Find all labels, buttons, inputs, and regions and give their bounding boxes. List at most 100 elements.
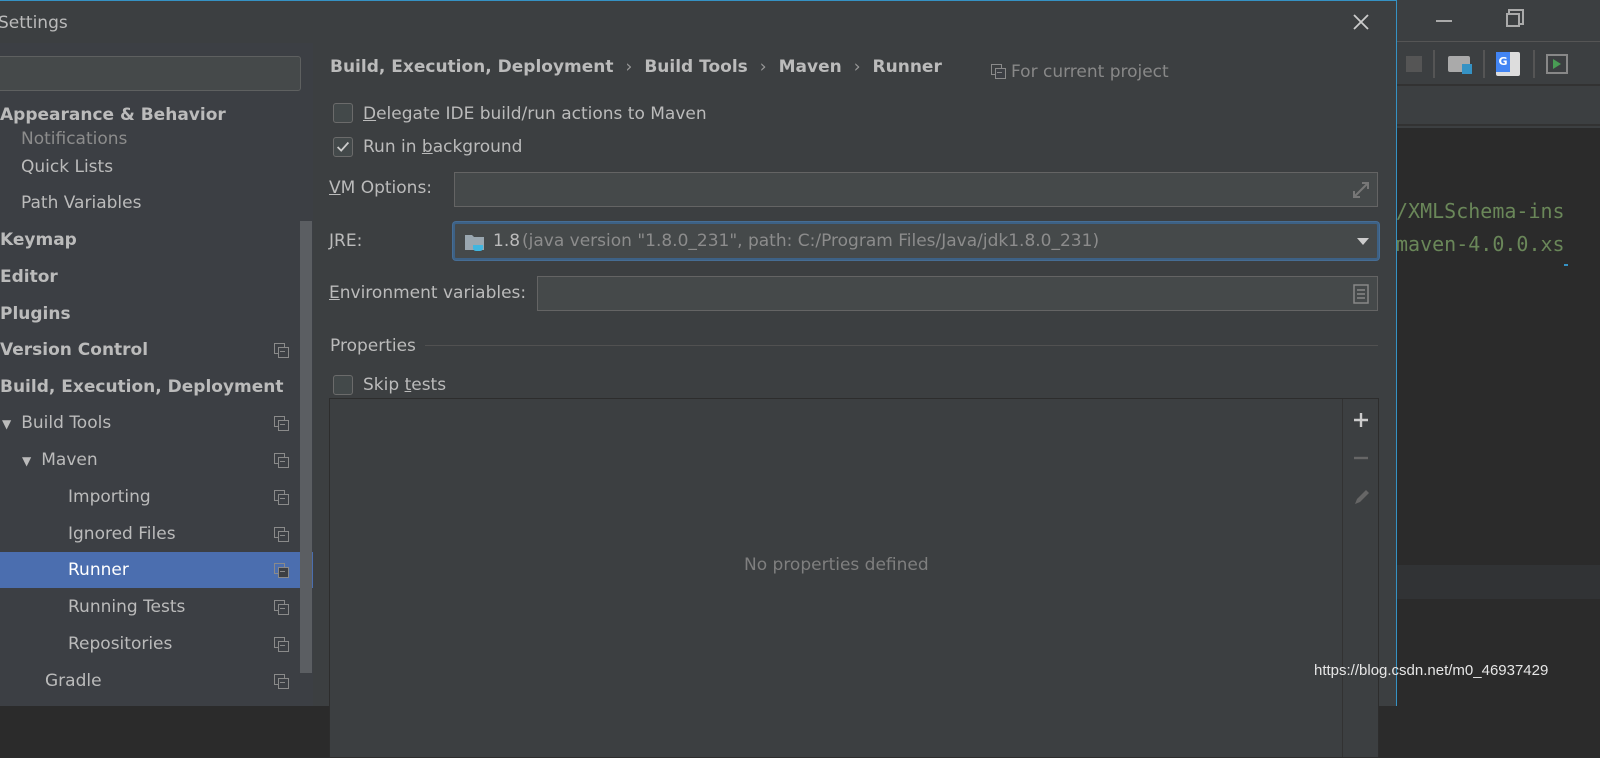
- remove-icon[interactable]: [1352, 449, 1370, 467]
- sidebar-item-build-tools[interactable]: ▼ Build Tools: [0, 405, 300, 441]
- project-scope-icon: [274, 490, 289, 505]
- sidebar-item-editor[interactable]: Editor: [0, 259, 300, 295]
- sidebar-item-repositories[interactable]: Repositories: [0, 626, 300, 662]
- restore-button[interactable]: [1506, 13, 1520, 27]
- vm-options-input[interactable]: [454, 172, 1378, 207]
- sidebar-item-runner[interactable]: Runner: [0, 552, 313, 588]
- sidebar-item-quick-lists[interactable]: Quick Lists: [0, 150, 300, 184]
- sidebar-item-label: Keymap: [0, 230, 77, 250]
- table-toolbar: [1342, 399, 1378, 757]
- breadcrumb-item: Build, Execution, Deployment: [330, 57, 614, 77]
- expand-icon[interactable]: [1351, 180, 1371, 200]
- sidebar-item-gradle[interactable]: Gradle: [0, 663, 300, 699]
- sidebar-item-version-control[interactable]: Version Control: [0, 332, 300, 368]
- sidebar-item-maven[interactable]: ▼ Maven: [0, 442, 300, 478]
- jdk-folder-icon: [465, 235, 484, 251]
- code-line: maven-4.0.0.xs: [1396, 232, 1565, 256]
- sidebar-item-label: Notifications: [21, 129, 128, 149]
- environment-variables-label: Environment variables:: [329, 283, 527, 303]
- settings-search-input[interactable]: [0, 56, 301, 91]
- sidebar-item-label: Appearance & Behavior: [0, 105, 226, 125]
- jre-dropdown[interactable]: 1.8 (java version "1.8.0_231", path: C:/…: [453, 222, 1379, 260]
- expanded-arrow-icon[interactable]: ▼: [2, 406, 11, 442]
- breadcrumb-item: Runner: [872, 57, 942, 77]
- expanded-arrow-icon[interactable]: ▼: [22, 443, 31, 479]
- status-band: [1396, 565, 1600, 599]
- chevron-right-icon: ›: [625, 57, 633, 77]
- project-scope-icon: [274, 637, 289, 652]
- sidebar-item-label: Runner: [68, 560, 129, 580]
- run-console-icon[interactable]: [1546, 54, 1568, 74]
- sidebar-item-keymap[interactable]: Keymap: [0, 222, 300, 258]
- skip-tests-checkbox[interactable]: [333, 375, 353, 395]
- sidebar-item-label: Version Control: [0, 340, 149, 360]
- chevron-right-icon: ›: [853, 57, 861, 77]
- close-icon[interactable]: [1352, 13, 1370, 31]
- ide-toolbar: G: [1396, 42, 1600, 86]
- project-scope-icon: [274, 563, 289, 578]
- watermark: https://blog.csdn.net/m0_46937429: [1314, 662, 1549, 679]
- properties-table[interactable]: No properties defined: [329, 398, 1379, 758]
- delegate-label: Delegate IDE build/run actions to Maven: [363, 104, 707, 124]
- empty-table-message: No properties defined: [744, 555, 929, 575]
- code-line: /XMLSchema-ins: [1396, 199, 1565, 223]
- code-editor[interactable]: /XMLSchema-ins maven-4.0.0.xs: [1396, 128, 1600, 706]
- divider: [1483, 50, 1485, 78]
- document-icon[interactable]: [1353, 284, 1369, 304]
- divider: [1433, 50, 1435, 78]
- edit-icon[interactable]: [1352, 487, 1372, 507]
- settings-sidebar: Appearance & Behavior Notifications Quic…: [0, 43, 313, 706]
- project-scope-icon: [274, 527, 289, 542]
- sidebar-item-label: Build Tools: [21, 413, 112, 433]
- divider: [1533, 50, 1535, 78]
- sidebar-item-label: Repositories: [68, 634, 173, 654]
- delegate-checkbox[interactable]: [333, 103, 353, 123]
- jre-detail: (java version "1.8.0_231", path: C:/Prog…: [522, 231, 1100, 251]
- run-in-background-label: Run in background: [363, 137, 523, 157]
- ide-titlebar: [1396, 0, 1600, 42]
- project-scope-icon: [274, 453, 289, 468]
- sidebar-item-label: Maven: [41, 450, 98, 470]
- checkmark-icon: [336, 141, 350, 152]
- project-scope-icon: [991, 64, 1006, 79]
- project-scope-icon: [274, 343, 289, 358]
- sidebar-item-label: Importing: [68, 487, 151, 507]
- settings-dialog: Settings Appearance & Behavior Notificat…: [0, 0, 1397, 758]
- sidebar-item-build-execution-deployment[interactable]: Build, Execution, Deployment: [0, 369, 300, 405]
- dialog-titlebar: Settings: [0, 1, 1396, 43]
- sidebar-item-label: Plugins: [0, 304, 71, 324]
- dialog-title: Settings: [0, 13, 68, 33]
- environment-variables-input[interactable]: [537, 276, 1378, 311]
- skip-tests-label: Skip tests: [363, 375, 447, 395]
- chevron-right-icon: ›: [759, 57, 767, 77]
- sidebar-scrollbar[interactable]: [300, 221, 312, 673]
- sidebar-item-running-tests[interactable]: Running Tests: [0, 589, 300, 625]
- jre-version: 1.8: [493, 231, 521, 251]
- jre-label: JRE:: [329, 231, 363, 251]
- sidebar-item-appearance-behavior[interactable]: Appearance & Behavior: [0, 101, 300, 129]
- sidebar-item-label: Ignored Files: [68, 524, 176, 544]
- section-divider: [425, 345, 1378, 346]
- chevron-down-icon[interactable]: [1357, 238, 1369, 245]
- project-scope-icon: [274, 600, 289, 615]
- stop-icon[interactable]: [1406, 56, 1422, 72]
- project-structure-icon[interactable]: [1448, 56, 1472, 74]
- translate-icon[interactable]: G: [1496, 52, 1520, 76]
- sidebar-item-label: Editor: [0, 267, 58, 287]
- sidebar-item-path-variables[interactable]: Path Variables: [0, 185, 300, 221]
- runner-settings-panel: Build, Execution, Deployment › Build Tools…: [313, 43, 1396, 758]
- project-scope-icon: [274, 674, 289, 689]
- breadcrumb-item: Build Tools: [644, 57, 748, 77]
- minimize-button[interactable]: [1436, 20, 1452, 22]
- caret: [1564, 264, 1568, 266]
- sidebar-item-label: Path Variables: [21, 193, 142, 213]
- sidebar-item-plugins[interactable]: Plugins: [0, 296, 300, 332]
- breadcrumb-item: Maven: [778, 57, 842, 77]
- run-in-background-checkbox[interactable]: [333, 137, 353, 157]
- sidebar-item-ignored-files[interactable]: Ignored Files: [0, 516, 300, 552]
- project-scope-icon: [274, 416, 289, 431]
- vm-options-label: VM Options:: [329, 178, 433, 198]
- sidebar-item-notifications[interactable]: Notifications: [21, 129, 300, 150]
- sidebar-item-importing[interactable]: Importing: [0, 479, 300, 515]
- add-icon[interactable]: [1352, 411, 1370, 429]
